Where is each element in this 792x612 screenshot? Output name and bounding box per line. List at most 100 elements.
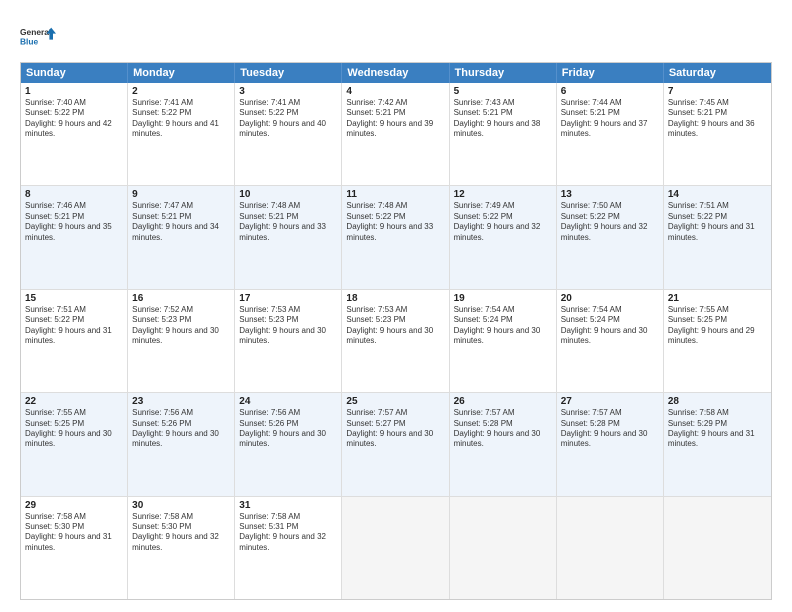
day-number: 20 xyxy=(561,293,659,304)
cell-info: Sunrise: 7:41 AMSunset: 5:22 PMDaylight:… xyxy=(132,98,230,140)
day-number: 6 xyxy=(561,86,659,97)
header-sunday: Sunday xyxy=(21,63,128,83)
cell-info: Sunrise: 7:58 AMSunset: 5:30 PMDaylight:… xyxy=(132,512,230,554)
day-number: 3 xyxy=(239,86,337,97)
week-row-3: 15 Sunrise: 7:51 AMSunset: 5:22 PMDaylig… xyxy=(21,290,771,393)
day-cell-9: 9 Sunrise: 7:47 AMSunset: 5:21 PMDayligh… xyxy=(128,186,235,288)
day-cell-15: 15 Sunrise: 7:51 AMSunset: 5:22 PMDaylig… xyxy=(21,290,128,392)
day-number: 24 xyxy=(239,396,337,407)
header-wednesday: Wednesday xyxy=(342,63,449,83)
empty-cell xyxy=(557,497,664,599)
cell-info: Sunrise: 7:52 AMSunset: 5:23 PMDaylight:… xyxy=(132,305,230,347)
cell-info: Sunrise: 7:58 AMSunset: 5:29 PMDaylight:… xyxy=(668,408,767,450)
day-cell-26: 26 Sunrise: 7:57 AMSunset: 5:28 PMDaylig… xyxy=(450,393,557,495)
day-cell-18: 18 Sunrise: 7:53 AMSunset: 5:23 PMDaylig… xyxy=(342,290,449,392)
cell-info: Sunrise: 7:41 AMSunset: 5:22 PMDaylight:… xyxy=(239,98,337,140)
week-row-2: 8 Sunrise: 7:46 AMSunset: 5:21 PMDayligh… xyxy=(21,186,771,289)
day-cell-30: 30 Sunrise: 7:58 AMSunset: 5:30 PMDaylig… xyxy=(128,497,235,599)
calendar-body: 1 Sunrise: 7:40 AMSunset: 5:22 PMDayligh… xyxy=(21,83,771,599)
cell-info: Sunrise: 7:56 AMSunset: 5:26 PMDaylight:… xyxy=(132,408,230,450)
day-number: 22 xyxy=(25,396,123,407)
header-tuesday: Tuesday xyxy=(235,63,342,83)
cell-info: Sunrise: 7:44 AMSunset: 5:21 PMDaylight:… xyxy=(561,98,659,140)
day-number: 2 xyxy=(132,86,230,97)
day-number: 17 xyxy=(239,293,337,304)
day-cell-11: 11 Sunrise: 7:48 AMSunset: 5:22 PMDaylig… xyxy=(342,186,449,288)
day-number: 15 xyxy=(25,293,123,304)
empty-cell xyxy=(342,497,449,599)
day-cell-14: 14 Sunrise: 7:51 AMSunset: 5:22 PMDaylig… xyxy=(664,186,771,288)
day-cell-19: 19 Sunrise: 7:54 AMSunset: 5:24 PMDaylig… xyxy=(450,290,557,392)
logo-svg: General Blue xyxy=(20,18,56,54)
week-row-4: 22 Sunrise: 7:55 AMSunset: 5:25 PMDaylig… xyxy=(21,393,771,496)
svg-text:General: General xyxy=(20,27,51,37)
cell-info: Sunrise: 7:48 AMSunset: 5:21 PMDaylight:… xyxy=(239,201,337,243)
header-friday: Friday xyxy=(557,63,664,83)
logo: General Blue xyxy=(20,18,56,54)
day-number: 28 xyxy=(668,396,767,407)
day-cell-17: 17 Sunrise: 7:53 AMSunset: 5:23 PMDaylig… xyxy=(235,290,342,392)
cell-info: Sunrise: 7:57 AMSunset: 5:28 PMDaylight:… xyxy=(454,408,552,450)
day-cell-23: 23 Sunrise: 7:56 AMSunset: 5:26 PMDaylig… xyxy=(128,393,235,495)
cell-info: Sunrise: 7:50 AMSunset: 5:22 PMDaylight:… xyxy=(561,201,659,243)
day-number: 26 xyxy=(454,396,552,407)
day-cell-22: 22 Sunrise: 7:55 AMSunset: 5:25 PMDaylig… xyxy=(21,393,128,495)
day-number: 9 xyxy=(132,189,230,200)
day-number: 31 xyxy=(239,500,337,511)
day-number: 11 xyxy=(346,189,444,200)
cell-info: Sunrise: 7:53 AMSunset: 5:23 PMDaylight:… xyxy=(346,305,444,347)
day-number: 16 xyxy=(132,293,230,304)
day-number: 27 xyxy=(561,396,659,407)
day-cell-10: 10 Sunrise: 7:48 AMSunset: 5:21 PMDaylig… xyxy=(235,186,342,288)
cell-info: Sunrise: 7:55 AMSunset: 5:25 PMDaylight:… xyxy=(25,408,123,450)
day-number: 23 xyxy=(132,396,230,407)
day-cell-6: 6 Sunrise: 7:44 AMSunset: 5:21 PMDayligh… xyxy=(557,83,664,185)
empty-cell xyxy=(450,497,557,599)
day-cell-20: 20 Sunrise: 7:54 AMSunset: 5:24 PMDaylig… xyxy=(557,290,664,392)
day-cell-1: 1 Sunrise: 7:40 AMSunset: 5:22 PMDayligh… xyxy=(21,83,128,185)
cell-info: Sunrise: 7:55 AMSunset: 5:25 PMDaylight:… xyxy=(668,305,767,347)
cell-info: Sunrise: 7:58 AMSunset: 5:30 PMDaylight:… xyxy=(25,512,123,554)
day-number: 10 xyxy=(239,189,337,200)
cell-info: Sunrise: 7:53 AMSunset: 5:23 PMDaylight:… xyxy=(239,305,337,347)
cell-info: Sunrise: 7:54 AMSunset: 5:24 PMDaylight:… xyxy=(561,305,659,347)
day-number: 8 xyxy=(25,189,123,200)
calendar-header: SundayMondayTuesdayWednesdayThursdayFrid… xyxy=(21,63,771,83)
empty-cell xyxy=(664,497,771,599)
header: General Blue xyxy=(20,18,772,54)
cell-info: Sunrise: 7:54 AMSunset: 5:24 PMDaylight:… xyxy=(454,305,552,347)
cell-info: Sunrise: 7:51 AMSunset: 5:22 PMDaylight:… xyxy=(25,305,123,347)
cell-info: Sunrise: 7:56 AMSunset: 5:26 PMDaylight:… xyxy=(239,408,337,450)
header-thursday: Thursday xyxy=(450,63,557,83)
day-cell-21: 21 Sunrise: 7:55 AMSunset: 5:25 PMDaylig… xyxy=(664,290,771,392)
cell-info: Sunrise: 7:48 AMSunset: 5:22 PMDaylight:… xyxy=(346,201,444,243)
day-cell-2: 2 Sunrise: 7:41 AMSunset: 5:22 PMDayligh… xyxy=(128,83,235,185)
day-number: 4 xyxy=(346,86,444,97)
day-number: 5 xyxy=(454,86,552,97)
day-cell-13: 13 Sunrise: 7:50 AMSunset: 5:22 PMDaylig… xyxy=(557,186,664,288)
page: General Blue SundayMondayTuesdayWednesda… xyxy=(0,0,792,612)
cell-info: Sunrise: 7:49 AMSunset: 5:22 PMDaylight:… xyxy=(454,201,552,243)
day-number: 30 xyxy=(132,500,230,511)
day-cell-8: 8 Sunrise: 7:46 AMSunset: 5:21 PMDayligh… xyxy=(21,186,128,288)
cell-info: Sunrise: 7:46 AMSunset: 5:21 PMDaylight:… xyxy=(25,201,123,243)
cell-info: Sunrise: 7:43 AMSunset: 5:21 PMDaylight:… xyxy=(454,98,552,140)
week-row-5: 29 Sunrise: 7:58 AMSunset: 5:30 PMDaylig… xyxy=(21,497,771,599)
day-number: 12 xyxy=(454,189,552,200)
day-number: 13 xyxy=(561,189,659,200)
day-number: 1 xyxy=(25,86,123,97)
week-row-1: 1 Sunrise: 7:40 AMSunset: 5:22 PMDayligh… xyxy=(21,83,771,186)
cell-info: Sunrise: 7:58 AMSunset: 5:31 PMDaylight:… xyxy=(239,512,337,554)
day-cell-16: 16 Sunrise: 7:52 AMSunset: 5:23 PMDaylig… xyxy=(128,290,235,392)
day-cell-24: 24 Sunrise: 7:56 AMSunset: 5:26 PMDaylig… xyxy=(235,393,342,495)
cell-info: Sunrise: 7:57 AMSunset: 5:28 PMDaylight:… xyxy=(561,408,659,450)
day-cell-7: 7 Sunrise: 7:45 AMSunset: 5:21 PMDayligh… xyxy=(664,83,771,185)
cell-info: Sunrise: 7:42 AMSunset: 5:21 PMDaylight:… xyxy=(346,98,444,140)
day-cell-3: 3 Sunrise: 7:41 AMSunset: 5:22 PMDayligh… xyxy=(235,83,342,185)
day-cell-5: 5 Sunrise: 7:43 AMSunset: 5:21 PMDayligh… xyxy=(450,83,557,185)
day-number: 18 xyxy=(346,293,444,304)
day-number: 14 xyxy=(668,189,767,200)
day-number: 21 xyxy=(668,293,767,304)
day-cell-31: 31 Sunrise: 7:58 AMSunset: 5:31 PMDaylig… xyxy=(235,497,342,599)
cell-info: Sunrise: 7:45 AMSunset: 5:21 PMDaylight:… xyxy=(668,98,767,140)
